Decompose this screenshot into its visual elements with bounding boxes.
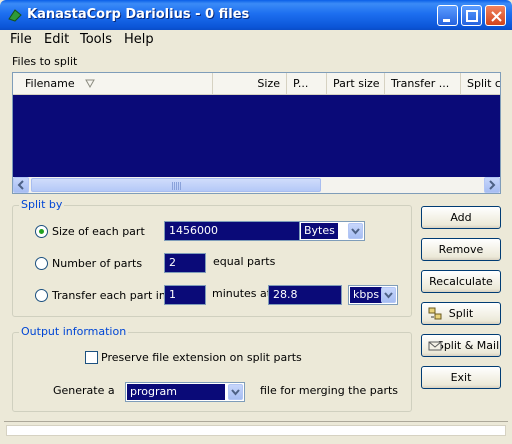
recalculate-button[interactable]: Recalculate [421, 270, 501, 293]
chevron-down-icon [231, 389, 240, 396]
exit-button[interactable]: Exit [421, 366, 501, 389]
close-icon [491, 11, 502, 22]
transfer-radio[interactable] [35, 288, 48, 302]
size-radio[interactable] [35, 224, 48, 238]
split-button[interactable]: Split [421, 302, 501, 325]
preserve-extension-checkbox[interactable] [85, 351, 98, 364]
close-button[interactable] [485, 5, 506, 26]
rate-unit-dropdown-button[interactable] [381, 287, 396, 303]
part-size-input[interactable]: 1456000 [164, 221, 305, 241]
generate-label: Generate a [53, 384, 115, 397]
size-unit-value: Bytes [301, 223, 338, 239]
minimize-icon [443, 19, 450, 22]
menu-bar: File Edit Tools Help [0, 30, 512, 49]
column-split[interactable]: Split c [461, 73, 500, 94]
files-list[interactable]: Filename Size P... Part size Transfer ..… [12, 72, 501, 194]
status-bar [4, 421, 508, 439]
sort-arrow-icon [85, 79, 95, 89]
minutes-input[interactable]: 1 [164, 285, 206, 305]
scroll-left-button[interactable] [13, 177, 29, 193]
preserve-extension-label[interactable]: Preserve file extension on split parts [101, 351, 302, 364]
split-and-mail-button[interactable]: Split & Mail [421, 334, 501, 357]
menu-edit[interactable]: Edit [44, 32, 69, 47]
transfer-option-label: Transfer each part in [52, 288, 166, 302]
list-body[interactable] [13, 95, 500, 177]
equal-parts-label: equal parts [213, 255, 276, 268]
app-icon [8, 9, 22, 22]
progress-bar [6, 425, 506, 436]
size-unit-dropdown-button[interactable] [348, 223, 363, 239]
horizontal-scrollbar[interactable] [13, 177, 500, 193]
column-filename[interactable]: Filename [13, 73, 213, 94]
number-radio[interactable] [35, 256, 48, 270]
maximize-icon [466, 10, 478, 22]
scroll-thumb[interactable] [31, 178, 321, 192]
mail-icon [428, 341, 442, 351]
column-parts[interactable]: P... [287, 73, 327, 94]
minutes-at-label: minutes at [212, 287, 272, 300]
size-of-each-part-option[interactable]: Size of each part [35, 223, 145, 239]
column-transfer[interactable]: Transfer ... [385, 73, 461, 94]
minimize-button[interactable] [437, 5, 458, 26]
size-unit-select[interactable]: Bytes [299, 221, 365, 241]
number-of-parts-input[interactable]: 2 [164, 253, 206, 273]
scroll-right-button[interactable] [484, 177, 500, 193]
merge-type-value: program [127, 384, 225, 400]
merge-type-select[interactable]: program [125, 382, 245, 402]
chevron-down-icon [351, 228, 360, 235]
column-size[interactable]: Size [213, 73, 287, 94]
chevron-right-icon [489, 180, 496, 190]
transfer-option[interactable]: Transfer each part in [35, 287, 166, 303]
output-information-title: Output information [19, 325, 129, 338]
split-icon [428, 307, 442, 320]
column-filename-label: Filename [25, 77, 75, 90]
files-to-split-label: Files to split [12, 55, 78, 68]
grip-icon [172, 182, 182, 190]
rate-input[interactable]: 28.8 [268, 285, 342, 305]
split-by-group: Split by Size of each part 1456000 Bytes… [12, 198, 412, 317]
remove-button[interactable]: Remove [421, 238, 501, 261]
rate-unit-value: kbps [350, 287, 383, 303]
chevron-down-icon [384, 292, 393, 299]
maximize-button[interactable] [461, 5, 482, 26]
column-part-size[interactable]: Part size [327, 73, 385, 94]
add-button[interactable]: Add [421, 206, 501, 229]
title-bar[interactable]: KanastaCorp Dariolius - 0 files [0, 0, 512, 30]
rate-unit-select[interactable]: kbps [348, 285, 398, 305]
split-by-title: Split by [19, 198, 65, 211]
chevron-left-icon [17, 180, 24, 190]
list-header: Filename Size P... Part size Transfer ..… [13, 73, 500, 95]
split-button-label: Split [448, 307, 474, 320]
window-title: KanastaCorp Dariolius - 0 files [27, 7, 250, 22]
menu-file[interactable]: File [10, 32, 32, 47]
merge-suffix-label: file for merging the parts [260, 384, 399, 397]
number-option-label: Number of parts [52, 256, 143, 270]
output-information-group: Output information Preserve file extensi… [12, 325, 412, 412]
split-and-mail-label: Split & Mail [436, 339, 500, 352]
number-of-parts-option[interactable]: Number of parts [35, 255, 142, 271]
merge-type-dropdown-button[interactable] [228, 384, 243, 400]
menu-tools[interactable]: Tools [80, 32, 112, 47]
menu-help[interactable]: Help [124, 32, 154, 47]
size-option-label: Size of each part [52, 224, 145, 238]
